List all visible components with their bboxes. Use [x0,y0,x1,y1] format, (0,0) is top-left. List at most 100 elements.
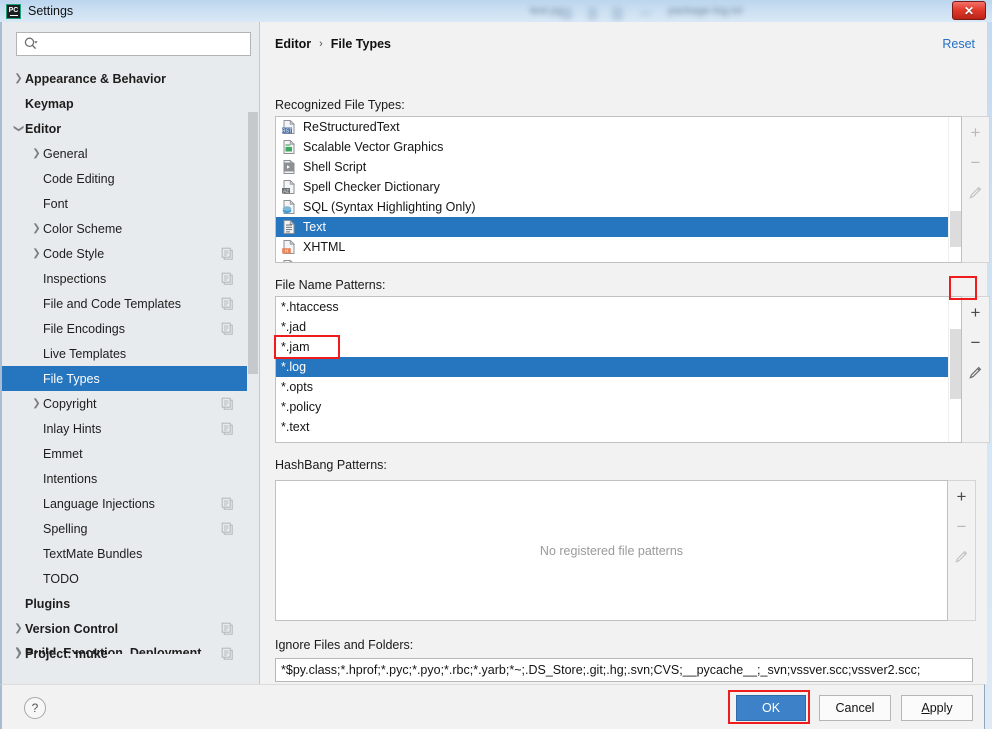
sidebar-item-label: Editor [25,121,62,136]
file-name-pattern-row[interactable]: *.jad [276,317,961,337]
pycharm-pc-icon: PC [6,3,21,19]
patterns-list-scrollbar[interactable] [948,297,961,442]
copy-settings-icon[interactable] [221,322,234,335]
breadcrumb-parent[interactable]: Editor [275,37,311,51]
sidebar-item-spelling[interactable]: Spelling [2,516,248,541]
edit-hashbang-button[interactable] [952,547,972,565]
breadcrumb-current: File Types [330,37,391,51]
sidebar-item-intentions[interactable]: Intentions [2,466,248,491]
sidebar-item-file-and-code-templates[interactable]: File and Code Templates [2,291,248,316]
settings-tree[interactable]: ❯ Appearance & Behavior Keymap ❯ Editor ❯ Gene… [2,66,248,684]
chevron-right-icon[interactable]: ❯ [30,148,43,159]
recognized-file-type-name: ReStructuredText [303,120,400,134]
sidebar-item-version-control[interactable]: ❯ Version Control [2,616,248,641]
edit-pattern-button[interactable] [966,363,986,381]
hashbang-patterns-list[interactable]: No registered file patterns [275,480,948,621]
sidebar-item-general[interactable]: ❯ General [2,141,248,166]
file-name-pattern-row[interactable]: *.text [276,417,961,437]
file-name-pattern-row[interactable]: *.opts [276,377,961,397]
file-name-pattern-row[interactable]: *.jam [276,337,961,357]
settings-tree-clipped-row[interactable]: ❯ Build, Execution, Deployment [2,640,248,655]
search-input[interactable] [41,36,241,52]
ok-button[interactable]: OK [736,695,806,721]
sidebar-item-todo[interactable]: TODO [2,566,248,591]
hashbang-empty-message: No registered file patterns [539,543,684,558]
sidebar-item-inspections[interactable]: Inspections [2,266,248,291]
file-name-patterns-list[interactable]: *.htaccess *.jad *.jam *.log *.opts *.policy *… [275,296,962,443]
remove-hashbang-button[interactable]: − [952,517,972,535]
file-name-pattern-row[interactable]: *.policy [276,397,961,417]
sidebar-item-copyright[interactable]: ❯ Copyright [2,391,248,416]
sidebar-item-color-scheme[interactable]: ❯ Color Scheme [2,216,248,241]
copy-settings-icon[interactable] [221,297,234,310]
sidebar-item-editor[interactable]: ❯ Editor [2,116,248,141]
copy-settings-icon[interactable] [221,422,234,435]
recognized-list-scrollbar[interactable] [948,117,961,262]
sidebar-item-code-editing[interactable]: Code Editing [2,166,248,191]
edit-file-type-button[interactable] [966,183,986,201]
search-box[interactable] [16,32,251,56]
sidebar-scrollbar[interactable] [247,66,259,684]
add-file-type-button[interactable]: + [966,123,986,141]
file-name-patterns-label: File Name Patterns: [275,278,386,292]
sidebar-item-font[interactable]: Font [2,191,248,216]
help-button[interactable]: ? [24,697,46,719]
sidebar-scrollbar-thumb[interactable] [248,112,258,374]
remove-pattern-button[interactable]: − [966,333,986,351]
file-name-pattern-row[interactable]: *.htaccess [276,297,961,317]
patterns-list-scrollbar-thumb[interactable] [950,329,961,399]
add-pattern-button[interactable]: + [966,303,986,321]
recognized-file-type-row[interactable]: Shell Script [276,157,961,177]
recognized-file-type-row-clipped[interactable] [276,257,961,262]
svg-text:RST: RST [282,128,292,134]
sidebar-item-plugins[interactable]: Plugins [2,591,248,616]
recognized-file-type-row[interactable]: H XHTML [276,237,961,257]
apply-button[interactable]: Apply [901,695,973,721]
chevron-right-icon[interactable]: ❯ [12,647,25,654]
sidebar-item-language-injections[interactable]: Language Injections [2,491,248,516]
sidebar-item-file-types[interactable]: File Types [2,366,248,391]
add-hashbang-button[interactable]: + [952,487,972,505]
recognized-file-type-row[interactable]: Scalable Vector Graphics [276,137,961,157]
copy-settings-icon[interactable] [221,272,234,285]
chevron-right-icon[interactable]: ❯ [30,248,43,259]
sidebar-item-label: Code Editing [43,171,115,186]
reset-link[interactable]: Reset [942,37,975,51]
sidebar-item-build-execution-deployment[interactable]: ❯ Build, Execution, Deployment [2,640,248,655]
copy-settings-icon[interactable] [221,497,234,510]
recognized-file-type-name: SQL (Syntax Highlighting Only) [303,200,476,214]
chevron-right-icon[interactable]: ❯ [30,398,43,409]
recognized-file-type-row[interactable]: RST ReStructuredText [276,117,961,137]
copy-settings-icon[interactable] [221,397,234,410]
sidebar-item-code-style[interactable]: ❯ Code Style [2,241,248,266]
recognized-file-type-row[interactable]: SQL (Syntax Highlighting Only) [276,197,961,217]
chevron-down-icon[interactable]: ❯ [13,122,24,135]
sidebar-item-appearance-behavior[interactable]: ❯ Appearance & Behavior [2,66,248,91]
sidebar-item-live-templates[interactable]: Live Templates [2,341,248,366]
cancel-button[interactable]: Cancel [819,695,891,721]
copy-settings-icon[interactable] [221,247,234,260]
sidebar-item-label: Live Templates [43,346,127,361]
file-name-pattern-row[interactable]: *.log [276,357,961,377]
chevron-right-icon[interactable]: ❯ [12,73,25,84]
apply-mnemonic: A [921,701,930,715]
recognized-file-type-row[interactable]: AZ Spell Checker Dictionary [276,177,961,197]
sidebar-item-emmet[interactable]: Emmet [2,441,248,466]
recognized-file-types-list[interactable]: RST ReStructuredText Scalable Vector Graph… [275,116,962,263]
sidebar-item-textmate-bundles[interactable]: TextMate Bundles [2,541,248,566]
copy-settings-icon[interactable] [221,522,234,535]
sidebar-item-keymap[interactable]: Keymap [2,91,248,116]
sidebar-item-inlay-hints[interactable]: Inlay Hints [2,416,248,441]
recognized-list-toolbar: + − [962,116,990,263]
recognized-file-type-row[interactable]: Text [276,217,961,237]
file-name-pattern-value: *.jam [281,340,310,354]
remove-file-type-button[interactable]: − [966,153,986,171]
chevron-right-icon[interactable]: ❯ [30,223,43,234]
file-icon [281,259,297,262]
sidebar-item-file-encodings[interactable]: File Encodings [2,316,248,341]
ignore-files-input[interactable] [275,658,973,682]
recognized-list-scrollbar-thumb[interactable] [950,211,961,247]
recognized-file-type-name: XHTML [303,240,346,254]
chevron-right-icon[interactable]: ❯ [12,623,25,634]
copy-settings-icon[interactable] [221,622,234,635]
